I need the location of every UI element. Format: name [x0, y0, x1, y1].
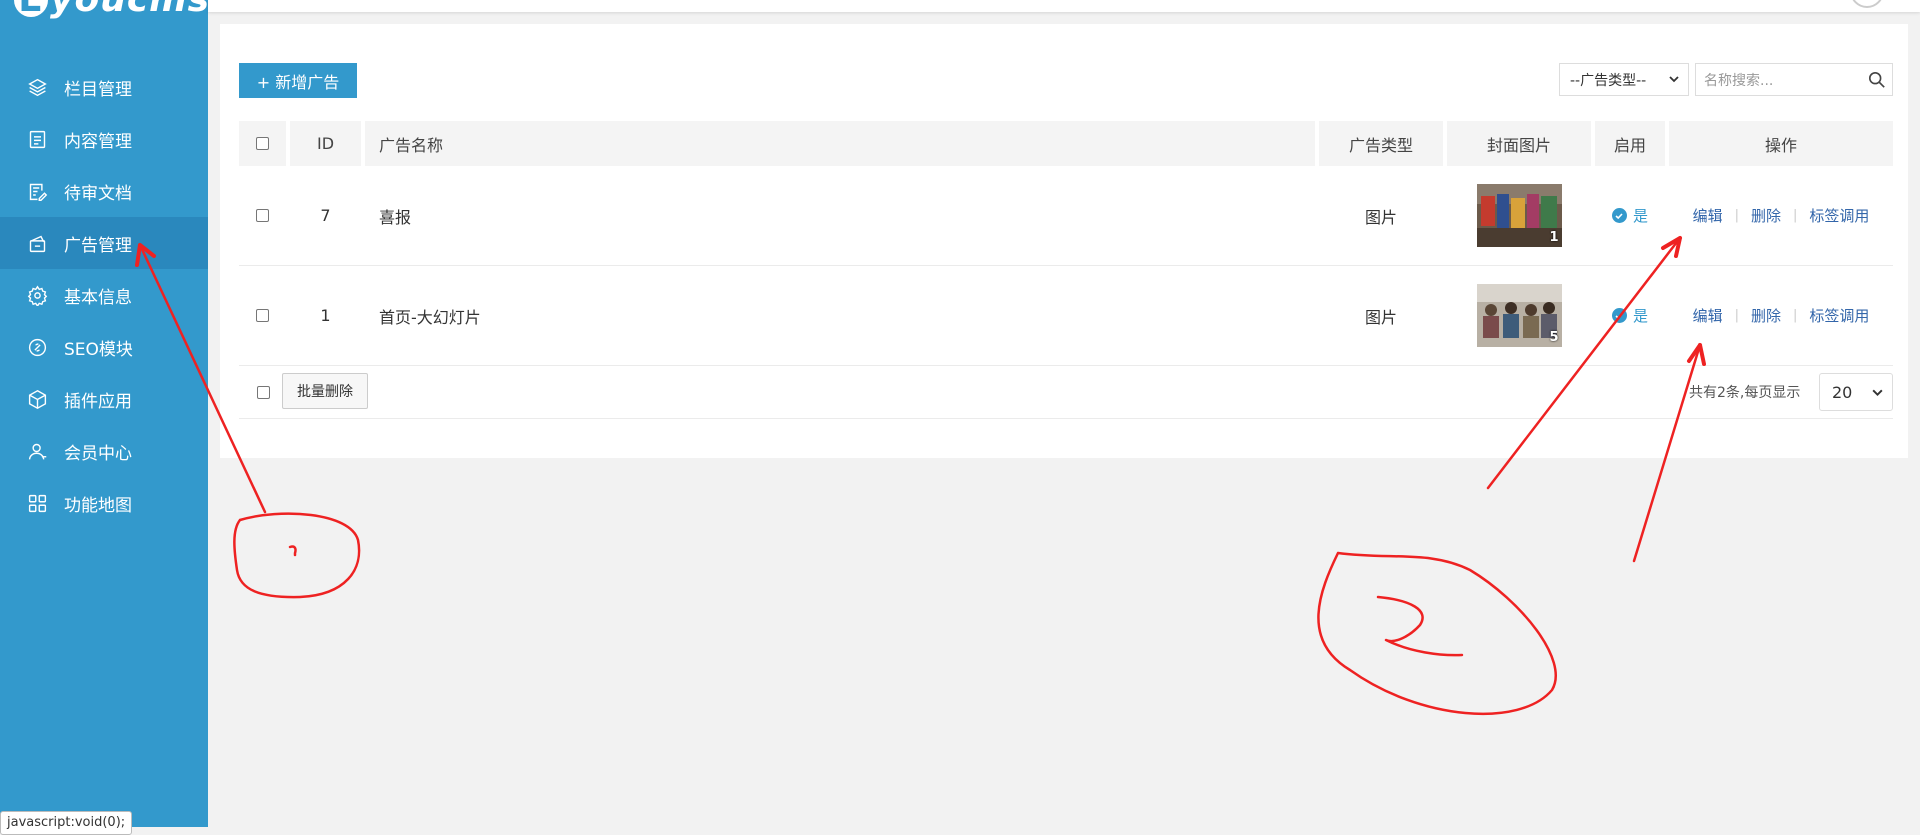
sidebar-item-label: 会员中心 [64, 443, 132, 464]
table-header: ID 广告名称 广告类型 封面图片 启用 操作 [239, 121, 1893, 166]
sidebar-item-label: 栏目管理 [64, 79, 132, 100]
sidebar-item-label: 功能地图 [64, 495, 132, 516]
select-all-checkbox[interactable] [256, 137, 269, 150]
search-box [1695, 63, 1893, 97]
logo-letter: E [14, 0, 48, 18]
sidebar-item-label: 待审文档 [64, 183, 132, 204]
table-footer: 批量删除 共有2条,每页显示 20 [239, 366, 1893, 419]
row-operations: 编辑 | 删除 | 标签调用 [1693, 305, 1870, 326]
chevron-down-icon [1669, 76, 1679, 83]
column-header-name: 广告名称 [365, 121, 1315, 166]
chevron-down-icon [1872, 389, 1883, 397]
column-header-operations: 操作 [1669, 121, 1893, 166]
enabled-label: 是 [1632, 307, 1648, 325]
ad-icon [26, 232, 48, 254]
sidebar-item-columns[interactable]: 栏目管理 [0, 61, 208, 113]
sidebar: Eyoucms 栏目管理 内容管理 待审文档 广告管理 [0, 0, 210, 835]
sidebar-item-plugins[interactable]: 插件应用 [0, 373, 208, 425]
layers-icon [26, 76, 48, 98]
cover-count-badge: 1 [1549, 230, 1559, 245]
logo-text: youcms [50, 0, 210, 20]
delete-link[interactable]: 删除 [1751, 205, 1781, 226]
page-size-select[interactable]: 20 [1819, 373, 1893, 411]
document-list-icon [26, 128, 48, 150]
grid-icon [26, 492, 48, 514]
annotation-circle-2 [1317, 551, 1557, 716]
top-bar [208, 0, 1920, 12]
main-panel: + 新增广告 --广告类型-- ID 广告名称 广告类型 封面图片 启用 操作 … [220, 24, 1908, 458]
search-input[interactable] [1696, 64, 1856, 97]
enabled-status[interactable]: 是 [1611, 205, 1648, 226]
search-icon[interactable] [1868, 71, 1886, 89]
table-row: 1 首页-大幻灯片 图片 5 是 编辑 | 删除 | 标签调用 [239, 266, 1893, 366]
page-info: 共有2条,每页显示 [1689, 385, 1801, 401]
row-name: 首页-大幻灯片 [379, 307, 481, 327]
page-size-value: 20 [1832, 382, 1853, 402]
separator: | [1793, 208, 1798, 223]
separator: | [1734, 308, 1739, 323]
ad-type-select-value: --广告类型-- [1570, 72, 1647, 89]
check-circle-icon [1611, 208, 1627, 223]
sidebar-item-content[interactable]: 内容管理 [0, 113, 208, 165]
table-row: 7 喜报 图片 1 是 编辑 | 删除 | 标签调用 [239, 166, 1893, 266]
sidebar-item-label: 基本信息 [64, 287, 132, 308]
sidebar-item-function-map[interactable]: 功能地图 [0, 477, 208, 529]
row-operations: 编辑 | 删除 | 标签调用 [1693, 205, 1870, 226]
check-circle-icon [1611, 308, 1627, 323]
sidebar-item-basic-info[interactable]: 基本信息 [0, 269, 208, 321]
sidebar-nav: 栏目管理 内容管理 待审文档 广告管理 基本信息 SEO模块 插件应用 会员中心… [0, 61, 208, 529]
annotation-number-1 [288, 545, 297, 557]
row-type: 图片 [1364, 307, 1397, 327]
column-header-type: 广告类型 [1319, 121, 1443, 166]
cover-thumbnail[interactable]: 5 [1476, 284, 1562, 347]
sidebar-item-ads[interactable]: 广告管理 [0, 217, 208, 269]
tag-call-link[interactable]: 标签调用 [1809, 305, 1869, 326]
sidebar-item-review[interactable]: 待审文档 [0, 165, 208, 217]
avatar[interactable] [1850, 0, 1884, 8]
column-header-enabled: 启用 [1595, 121, 1665, 166]
row-name: 喜报 [379, 207, 412, 227]
add-ad-button[interactable]: + 新增广告 [239, 63, 357, 98]
enabled-status[interactable]: 是 [1611, 305, 1648, 326]
sidebar-item-label: 插件应用 [64, 391, 132, 412]
review-document-icon [26, 180, 48, 202]
select-all-cell [239, 121, 286, 166]
cover-count-badge: 5 [1549, 330, 1559, 345]
delete-link[interactable]: 删除 [1751, 305, 1781, 326]
sidebar-item-label: SEO模块 [64, 339, 133, 360]
row-checkbox[interactable] [256, 209, 269, 222]
annotation-circle-1 [233, 512, 361, 599]
sidebar-item-seo[interactable]: SEO模块 [0, 321, 208, 373]
cover-thumbnail[interactable]: 1 [1476, 184, 1562, 247]
row-checkbox[interactable] [256, 309, 269, 322]
status-tooltip: javascript:void(0); [0, 811, 133, 835]
sidebar-item-label: 广告管理 [64, 235, 132, 256]
row-id: 7 [320, 206, 331, 225]
batch-delete-button[interactable]: 批量删除 [282, 373, 368, 409]
separator: | [1734, 208, 1739, 223]
row-id: 1 [320, 306, 331, 325]
separator: | [1793, 308, 1798, 323]
enabled-label: 是 [1632, 207, 1648, 225]
cube-icon [26, 388, 48, 410]
edit-link[interactable]: 编辑 [1693, 305, 1723, 326]
column-header-id: ID [290, 121, 361, 166]
logo[interactable]: Eyoucms [14, 0, 210, 18]
edit-link[interactable]: 编辑 [1693, 205, 1723, 226]
sidebar-item-members[interactable]: 会员中心 [0, 425, 208, 477]
annotation-number-2 [1376, 595, 1464, 657]
row-type: 图片 [1364, 207, 1397, 227]
column-header-cover: 封面图片 [1447, 121, 1591, 166]
gear-icon [26, 284, 48, 306]
footer-select-all-checkbox[interactable] [257, 386, 270, 399]
tag-call-link[interactable]: 标签调用 [1809, 205, 1869, 226]
ad-type-select[interactable]: --广告类型-- [1559, 63, 1689, 96]
seo-icon [26, 336, 48, 358]
user-icon [26, 440, 48, 462]
sidebar-item-label: 内容管理 [64, 131, 132, 152]
